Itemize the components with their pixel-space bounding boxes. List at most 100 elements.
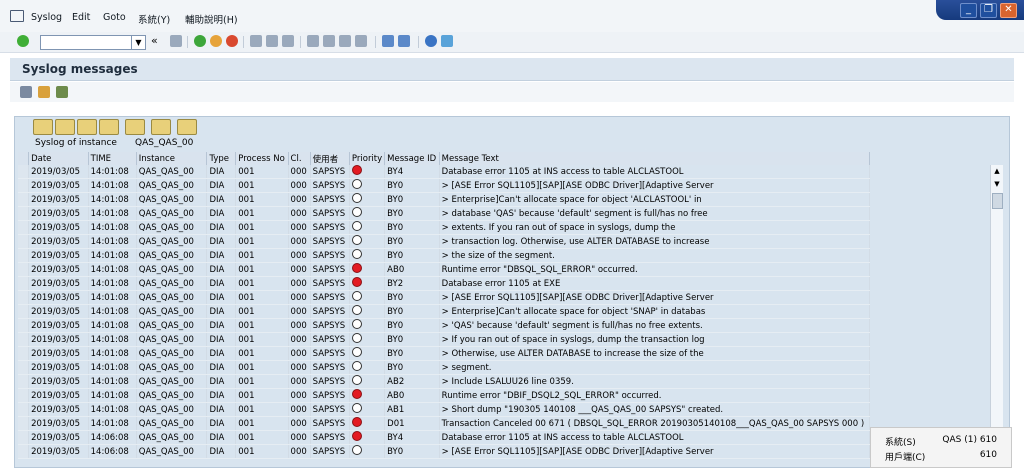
- layout-icon[interactable]: [38, 86, 50, 98]
- layout-select-icon[interactable]: [177, 119, 197, 135]
- row-selector[interactable]: [18, 165, 30, 179]
- menu-icon[interactable]: [10, 10, 24, 22]
- table-row[interactable]: 2019/03/05 14:01:08 QAS_QAS_00 DIA 001 000 SAP…: [18, 276, 871, 291]
- find-icon[interactable]: [266, 35, 278, 47]
- search-icon[interactable]: [56, 86, 68, 98]
- restore-button[interactable]: ❐: [980, 3, 997, 18]
- help-icon[interactable]: [425, 35, 437, 47]
- find-next-icon[interactable]: [282, 35, 294, 47]
- table-row[interactable]: 2019/03/05 14:01:08 QAS_QAS_00 DIA 001 000 SAP…: [18, 332, 871, 347]
- next-page-icon[interactable]: [339, 35, 351, 47]
- row-selector[interactable]: [18, 304, 30, 319]
- save-icon[interactable]: [170, 35, 182, 47]
- table-row[interactable]: 2019/03/05 14:06:08 QAS_QAS_00 DIA 001 000 SAP…: [18, 430, 871, 445]
- cell-message-id: BY0: [384, 206, 440, 221]
- table-row[interactable]: 2019/03/05 14:01:08 QAS_QAS_00 DIA 001 000 SAP…: [18, 248, 871, 263]
- filter-icon[interactable]: [99, 119, 119, 135]
- row-selector[interactable]: [18, 290, 30, 305]
- table-row[interactable]: 2019/03/05 14:01:08 QAS_QAS_00 DIA 001 000 SAP…: [18, 178, 871, 193]
- export-icon[interactable]: [151, 119, 171, 135]
- first-page-icon[interactable]: [307, 35, 319, 47]
- row-selector[interactable]: [18, 332, 30, 347]
- column-date[interactable]: Date: [28, 152, 89, 165]
- column-user[interactable]: 使用者: [310, 152, 350, 165]
- cell-message-id: BY0: [384, 192, 440, 207]
- row-selector[interactable]: [18, 388, 30, 403]
- row-selector[interactable]: [18, 374, 30, 389]
- row-selector[interactable]: [18, 192, 30, 207]
- column-process-no[interactable]: Process No: [235, 152, 289, 165]
- table-row[interactable]: 2019/03/05 14:01:08 QAS_QAS_00 DIA 001 000 SAP…: [18, 402, 871, 417]
- minimize-button[interactable]: _: [960, 3, 977, 18]
- row-selector[interactable]: [18, 402, 30, 417]
- column-client[interactable]: Cl.: [288, 152, 311, 165]
- column-selector[interactable]: [18, 152, 30, 165]
- row-selector[interactable]: [18, 262, 30, 277]
- cell-date: 2019/03/05: [28, 304, 89, 319]
- table-row[interactable]: 2019/03/05 14:01:08 QAS_QAS_00 DIA 001 000 SAP…: [18, 374, 871, 389]
- check-icon[interactable]: [17, 35, 29, 47]
- row-selector[interactable]: [18, 430, 30, 445]
- row-selector[interactable]: [18, 220, 30, 235]
- back-arrow-icon[interactable]: «: [151, 34, 158, 47]
- find-icon[interactable]: [77, 119, 97, 135]
- sum-icon[interactable]: [125, 119, 145, 135]
- row-selector[interactable]: [18, 360, 30, 375]
- menu-syslog[interactable]: Syslog: [31, 12, 62, 23]
- scroll-up-icon[interactable]: ▲: [993, 167, 1001, 175]
- table-row[interactable]: 2019/03/05 14:01:08 QAS_QAS_00 DIA 001 000 SAP…: [18, 262, 871, 277]
- table-row[interactable]: 2019/03/05 14:01:08 QAS_QAS_00 DIA 001 000 SAP…: [18, 234, 871, 249]
- table-row[interactable]: 2019/03/05 14:01:08 QAS_QAS_00 DIA 001 000 SAP…: [18, 346, 871, 361]
- row-selector[interactable]: [18, 444, 30, 459]
- scroll-thumb[interactable]: [992, 193, 1003, 209]
- cell-time: 14:01:08: [88, 304, 137, 319]
- new-session-icon[interactable]: [382, 35, 394, 47]
- column-message-text[interactable]: Message Text: [439, 152, 871, 165]
- table-row[interactable]: 2019/03/05 14:01:08 QAS_QAS_00 DIA 001 000 SAP…: [18, 416, 871, 431]
- menu-goto[interactable]: Goto: [103, 12, 126, 23]
- sort-desc-icon[interactable]: [55, 119, 75, 135]
- table-row[interactable]: 2019/03/05 14:01:08 QAS_QAS_00 DIA 001 000 SAP…: [18, 360, 871, 375]
- cancel-icon[interactable]: [226, 35, 238, 47]
- row-selector[interactable]: [18, 178, 30, 193]
- customize-icon[interactable]: [441, 35, 453, 47]
- menu-edit[interactable]: Edit: [72, 12, 90, 23]
- table-row[interactable]: 2019/03/05 14:01:08 QAS_QAS_00 DIA 001 000 SAP…: [18, 206, 871, 221]
- column-time[interactable]: TIME: [88, 152, 137, 165]
- column-message-id[interactable]: Message ID: [384, 152, 440, 165]
- cell-user: SAPSYS: [310, 388, 350, 403]
- table-row[interactable]: 2019/03/05 14:01:08 QAS_QAS_00 DIA 001 000 SAP…: [18, 220, 871, 235]
- last-page-icon[interactable]: [355, 35, 367, 47]
- column-instance[interactable]: Instance: [136, 152, 208, 165]
- command-field[interactable]: ▼: [40, 35, 146, 50]
- refresh-icon[interactable]: [20, 86, 32, 98]
- row-selector[interactable]: [18, 318, 30, 333]
- prev-page-icon[interactable]: [323, 35, 335, 47]
- row-selector[interactable]: [18, 276, 30, 291]
- close-button[interactable]: ✕: [1000, 3, 1017, 18]
- table-row[interactable]: 2019/03/05 14:06:08 QAS_QAS_00 DIA 001 000 SAP…: [18, 444, 871, 459]
- back-icon[interactable]: [194, 35, 206, 47]
- table-row[interactable]: 2019/03/05 14:01:08 QAS_QAS_00 DIA 001 000 SAP…: [18, 165, 871, 179]
- column-type[interactable]: Type: [206, 152, 237, 165]
- row-selector[interactable]: [18, 346, 30, 361]
- row-selector[interactable]: [18, 206, 30, 221]
- row-selector[interactable]: [18, 234, 30, 249]
- print-icon[interactable]: [250, 35, 262, 47]
- menu-help[interactable]: 輔助說明(H): [185, 12, 238, 26]
- sort-asc-icon[interactable]: [33, 119, 53, 135]
- table-row[interactable]: 2019/03/05 14:01:08 QAS_QAS_00 DIA 001 000 SAP…: [18, 192, 871, 207]
- vertical-scrollbar[interactable]: ▲ ▼: [990, 165, 1003, 466]
- exit-icon[interactable]: [210, 35, 222, 47]
- column-priority[interactable]: Priority: [349, 152, 386, 165]
- row-selector[interactable]: [18, 416, 30, 431]
- table-row[interactable]: 2019/03/05 14:01:08 QAS_QAS_00 DIA 001 000 SAP…: [18, 318, 871, 333]
- table-row[interactable]: 2019/03/05 14:01:08 QAS_QAS_00 DIA 001 000 SAP…: [18, 304, 871, 319]
- table-row[interactable]: 2019/03/05 14:01:08 QAS_QAS_00 DIA 001 000 SAP…: [18, 388, 871, 403]
- shortcut-icon[interactable]: [398, 35, 410, 47]
- menu-system[interactable]: 系統(Y): [138, 12, 170, 26]
- scroll-down-icon[interactable]: ▼: [993, 180, 1001, 188]
- row-selector[interactable]: [18, 248, 30, 263]
- chevron-down-icon[interactable]: ▼: [131, 36, 145, 49]
- table-row[interactable]: 2019/03/05 14:01:08 QAS_QAS_00 DIA 001 000 SAP…: [18, 290, 871, 305]
